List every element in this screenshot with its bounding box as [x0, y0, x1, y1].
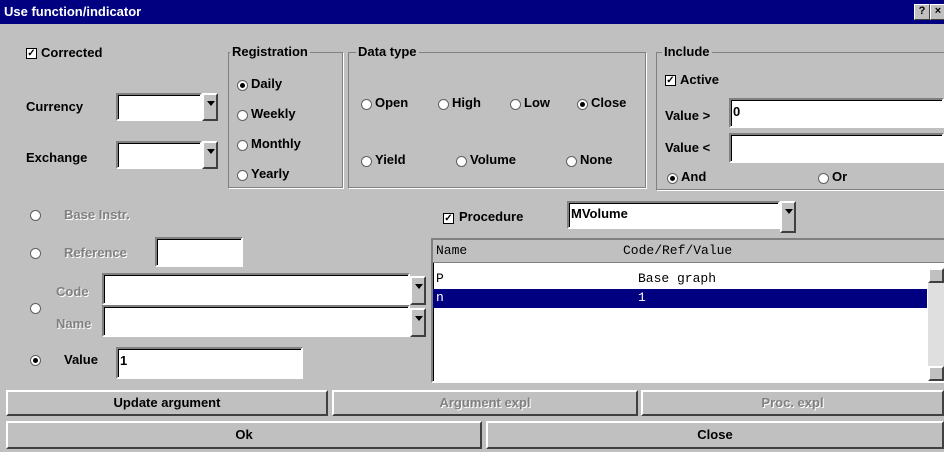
data-type-close-radio[interactable]	[577, 99, 588, 110]
table-scrollbar[interactable]	[928, 268, 944, 381]
help-button[interactable]: ?	[914, 4, 930, 20]
registration-monthly-radio[interactable]	[237, 140, 248, 151]
data-type-close-label: Close	[591, 95, 627, 110]
data-type-title: Data type	[356, 44, 419, 59]
registration-yearly-label: Yearly	[251, 166, 290, 181]
data-type-group	[348, 52, 646, 188]
exchange-dropdown-icon[interactable]	[202, 141, 218, 169]
base-instr-label: Base Instr.	[64, 207, 130, 222]
code-dropdown-icon[interactable]	[410, 276, 426, 305]
table-header-name[interactable]: Name	[436, 243, 467, 258]
registration-title: Registration	[230, 44, 310, 59]
value-lt-label: Value <	[665, 140, 711, 155]
title-bar: Use function/indicator ? ×	[0, 0, 944, 24]
exchange-label: Exchange	[26, 150, 88, 165]
value-gt-label: Value >	[665, 108, 711, 123]
proc-expl-button[interactable]: Proc. expl	[641, 390, 944, 416]
code-field[interactable]	[102, 273, 410, 305]
include-title: Include	[662, 44, 712, 59]
registration-weekly-radio[interactable]	[237, 110, 248, 121]
currency-dropdown-icon[interactable]	[202, 93, 218, 121]
registration-monthly-label: Monthly	[251, 136, 301, 151]
update-argument-button[interactable]: Update argument	[6, 390, 328, 416]
table-cell-name: P	[436, 271, 444, 286]
value-lt-input[interactable]	[729, 133, 944, 163]
procedure-checkbox[interactable]: ✓	[443, 213, 454, 224]
reference-input[interactable]	[155, 237, 243, 267]
registration-daily-radio[interactable]	[237, 80, 248, 91]
procedure-field[interactable]: MVolume	[567, 201, 780, 229]
base-instr-radio[interactable]	[30, 210, 41, 221]
data-type-high-radio[interactable]	[438, 99, 449, 110]
window-title: Use function/indicator	[4, 4, 142, 19]
code-name-radio[interactable]	[30, 303, 41, 314]
ok-button[interactable]: Ok	[6, 421, 482, 449]
data-type-yield-radio[interactable]	[361, 156, 372, 167]
include-and-label: And	[681, 169, 707, 184]
close-button[interactable]: Close	[486, 421, 944, 449]
argument-expl-button[interactable]: Argument expl	[332, 390, 638, 416]
currency-field[interactable]	[116, 93, 202, 121]
exchange-field[interactable]	[116, 141, 202, 169]
reference-label: Reference	[64, 245, 127, 260]
table-row-selected[interactable]: n 1	[433, 289, 927, 308]
data-type-none-radio[interactable]	[566, 156, 577, 167]
currency-label: Currency	[26, 99, 84, 114]
name-label: Name	[56, 316, 92, 331]
corrected-label: Corrected	[41, 45, 103, 60]
data-type-volume-label: Volume	[470, 152, 516, 167]
registration-yearly-radio[interactable]	[237, 170, 248, 181]
table-cell-name: n	[436, 290, 444, 305]
registration-weekly-label: Weekly	[251, 106, 296, 121]
data-type-volume-radio[interactable]	[456, 156, 467, 167]
include-or-label: Or	[832, 169, 848, 184]
corrected-checkbox[interactable]: ✓	[26, 48, 37, 59]
data-type-open-label: Open	[375, 95, 409, 110]
value-input[interactable]: 1	[116, 347, 303, 379]
table-header: Name Code/Ref/Value	[433, 240, 944, 263]
reference-radio[interactable]	[30, 248, 41, 259]
data-type-low-label: Low	[524, 95, 550, 110]
data-type-yield-label: Yield	[375, 152, 406, 167]
close-window-button[interactable]: ×	[930, 4, 944, 20]
name-dropdown-icon[interactable]	[410, 308, 426, 337]
active-label: Active	[680, 72, 720, 87]
include-or-radio[interactable]	[818, 173, 829, 184]
data-type-none-label: None	[580, 152, 613, 167]
value-gt-input[interactable]: 0	[729, 98, 944, 128]
table-cell-value: Base graph	[638, 271, 717, 286]
scroll-down-icon[interactable]	[928, 366, 944, 381]
registration-daily-label: Daily	[251, 76, 283, 91]
value-label: Value	[64, 352, 98, 367]
scroll-up-icon[interactable]	[928, 268, 944, 283]
data-type-low-radio[interactable]	[510, 99, 521, 110]
name-field[interactable]	[102, 305, 410, 337]
data-type-high-label: High	[452, 95, 481, 110]
procedure-label: Procedure	[459, 209, 524, 224]
active-checkbox[interactable]: ✓	[665, 75, 676, 86]
value-radio[interactable]	[30, 355, 41, 366]
code-label: Code	[56, 284, 89, 299]
table-header-value[interactable]: Code/Ref/Value	[623, 243, 732, 258]
include-and-radio[interactable]	[667, 173, 678, 184]
data-type-open-radio[interactable]	[361, 99, 372, 110]
table-cell-value: 1	[638, 290, 646, 305]
procedure-dropdown-icon[interactable]	[780, 201, 796, 233]
table-row[interactable]: P Base graph	[433, 270, 927, 288]
